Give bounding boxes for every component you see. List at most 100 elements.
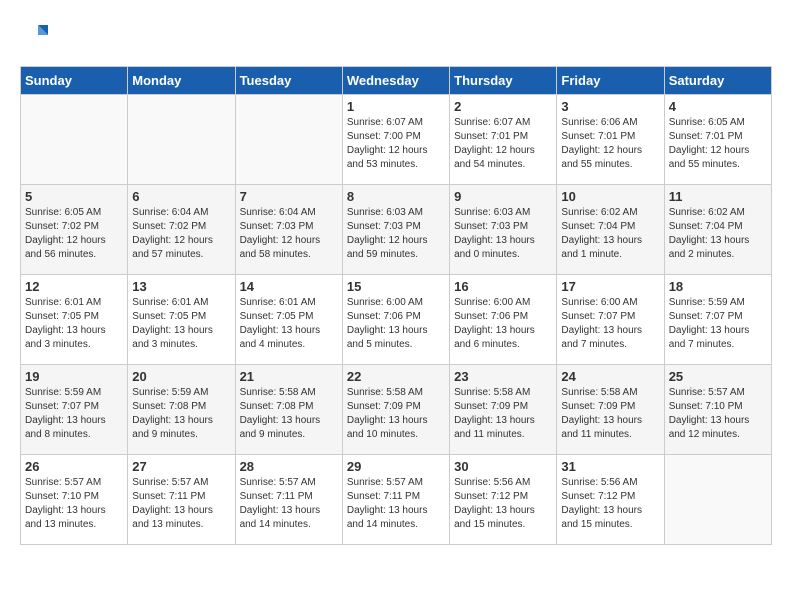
day-number: 21 [240, 369, 338, 384]
calendar-day-cell: 1 Sunrise: 6:07 AM Sunset: 7:00 PM Daylig… [342, 95, 449, 185]
calendar-day-cell: 25 Sunrise: 5:57 AM Sunset: 7:10 PM Dayli… [664, 365, 771, 455]
day-info: Sunrise: 6:04 AM Sunset: 7:02 PM Dayligh… [132, 206, 230, 262]
calendar-week-row: 19Sunrise: 5:59 AM Sunset: 7:07 PM Dayli… [21, 365, 772, 455]
day-number: 9 [454, 189, 552, 204]
day-number: 13 [132, 279, 230, 294]
logo-icon [20, 20, 50, 50]
calendar-week-row: 1 Sunrise: 6:07 AM Sunset: 7:00 PM Daylig… [21, 95, 772, 185]
calendar-day-cell: 4 Sunrise: 6:05 AM Sunset: 7:01 PM Daylig… [664, 95, 771, 185]
day-number: 10 [561, 189, 659, 204]
calendar-day-cell: 13 Sunrise: 6:01 AM Sunset: 7:05 PM Dayli… [128, 275, 235, 365]
weekday-header-wednesday: Wednesday [342, 67, 449, 95]
calendar-day-cell: 30 Sunrise: 5:56 AM Sunset: 7:12 PM Dayli… [450, 455, 557, 545]
day-info: Sunrise: 5:57 AM Sunset: 7:11 PM Dayligh… [347, 476, 445, 532]
day-number: 2 [454, 99, 552, 114]
calendar-day-cell: 3 Sunrise: 6:06 AM Sunset: 7:01 PM Daylig… [557, 95, 664, 185]
calendar-week-row: 5Sunrise: 6:05 AM Sunset: 7:02 PM Daylig… [21, 185, 772, 275]
calendar-table: SundayMondayTuesdayWednesdayThursdayFrid… [20, 66, 772, 545]
calendar-day-cell: 26 Sunrise: 5:57 AM Sunset: 7:10 PM Dayli… [21, 455, 128, 545]
day-info: Sunrise: 6:00 AM Sunset: 7:06 PM Dayligh… [454, 296, 552, 352]
day-number: 3 [561, 99, 659, 114]
day-number: 17 [561, 279, 659, 294]
calendar-day-cell: 11 Sunrise: 6:02 AM Sunset: 7:04 PM Dayli… [664, 185, 771, 275]
calendar-day-cell: 9 Sunrise: 6:03 AM Sunset: 7:03 PM Daylig… [450, 185, 557, 275]
calendar-header-row: SundayMondayTuesdayWednesdayThursdayFrid… [21, 67, 772, 95]
calendar-day-cell: 23 Sunrise: 5:58 AM Sunset: 7:09 PM Dayli… [450, 365, 557, 455]
day-info: Sunrise: 6:05 AM Sunset: 7:02 PM Dayligh… [25, 206, 123, 262]
day-number: 14 [240, 279, 338, 294]
day-info: Sunrise: 6:02 AM Sunset: 7:04 PM Dayligh… [669, 206, 767, 262]
calendar-week-row: 12 Sunrise: 6:01 AM Sunset: 7:05 PM Dayli… [21, 275, 772, 365]
day-info: Sunrise: 6:07 AM Sunset: 7:00 PM Dayligh… [347, 116, 445, 172]
day-info: Sunrise: 6:06 AM Sunset: 7:01 PM Dayligh… [561, 116, 659, 172]
calendar-day-cell: 14 Sunrise: 6:01 AM Sunset: 7:05 PM Dayli… [235, 275, 342, 365]
day-info: Sunrise: 5:56 AM Sunset: 7:12 PM Dayligh… [561, 476, 659, 532]
day-number: 28 [240, 459, 338, 474]
weekday-header-sunday: Sunday [21, 67, 128, 95]
day-number: 20 [132, 369, 230, 384]
day-info: Sunrise: 6:02 AM Sunset: 7:04 PM Dayligh… [561, 206, 659, 262]
day-info: Sunrise: 6:07 AM Sunset: 7:01 PM Dayligh… [454, 116, 552, 172]
weekday-header-friday: Friday [557, 67, 664, 95]
day-info: Sunrise: 5:57 AM Sunset: 7:10 PM Dayligh… [25, 476, 123, 532]
day-info: Sunrise: 5:57 AM Sunset: 7:11 PM Dayligh… [240, 476, 338, 532]
calendar-day-cell: 17 Sunrise: 6:00 AM Sunset: 7:07 PM Dayli… [557, 275, 664, 365]
day-info: Sunrise: 5:57 AM Sunset: 7:10 PM Dayligh… [669, 386, 767, 442]
calendar-empty-cell [664, 455, 771, 545]
weekday-header-monday: Monday [128, 67, 235, 95]
day-number: 7 [240, 189, 338, 204]
day-info: Sunrise: 5:58 AM Sunset: 7:09 PM Dayligh… [454, 386, 552, 442]
calendar-empty-cell [21, 95, 128, 185]
day-number: 4 [669, 99, 767, 114]
day-info: Sunrise: 6:03 AM Sunset: 7:03 PM Dayligh… [454, 206, 552, 262]
calendar-day-cell: 7 Sunrise: 6:04 AM Sunset: 7:03 PM Daylig… [235, 185, 342, 275]
day-number: 22 [347, 369, 445, 384]
day-number: 1 [347, 99, 445, 114]
calendar-day-cell: 15Sunrise: 6:00 AM Sunset: 7:06 PM Dayli… [342, 275, 449, 365]
calendar-empty-cell [128, 95, 235, 185]
day-info: Sunrise: 5:58 AM Sunset: 7:08 PM Dayligh… [240, 386, 338, 442]
day-number: 26 [25, 459, 123, 474]
day-info: Sunrise: 6:01 AM Sunset: 7:05 PM Dayligh… [132, 296, 230, 352]
calendar-day-cell: 18Sunrise: 5:59 AM Sunset: 7:07 PM Dayli… [664, 275, 771, 365]
day-number: 25 [669, 369, 767, 384]
day-info: Sunrise: 6:01 AM Sunset: 7:05 PM Dayligh… [240, 296, 338, 352]
day-number: 30 [454, 459, 552, 474]
calendar-day-cell: 31Sunrise: 5:56 AM Sunset: 7:12 PM Dayli… [557, 455, 664, 545]
calendar-day-cell: 27 Sunrise: 5:57 AM Sunset: 7:11 PM Dayli… [128, 455, 235, 545]
calendar-week-row: 26 Sunrise: 5:57 AM Sunset: 7:10 PM Dayli… [21, 455, 772, 545]
day-number: 27 [132, 459, 230, 474]
page-header [20, 20, 772, 50]
day-info: Sunrise: 5:58 AM Sunset: 7:09 PM Dayligh… [347, 386, 445, 442]
day-info: Sunrise: 6:04 AM Sunset: 7:03 PM Dayligh… [240, 206, 338, 262]
day-info: Sunrise: 6:03 AM Sunset: 7:03 PM Dayligh… [347, 206, 445, 262]
calendar-day-cell: 6 Sunrise: 6:04 AM Sunset: 7:02 PM Daylig… [128, 185, 235, 275]
day-info: Sunrise: 5:59 AM Sunset: 7:08 PM Dayligh… [132, 386, 230, 442]
weekday-header-tuesday: Tuesday [235, 67, 342, 95]
day-number: 29 [347, 459, 445, 474]
day-number: 12 [25, 279, 123, 294]
calendar-day-cell: 10 Sunrise: 6:02 AM Sunset: 7:04 PM Dayli… [557, 185, 664, 275]
calendar-empty-cell [235, 95, 342, 185]
day-info: Sunrise: 5:58 AM Sunset: 7:09 PM Dayligh… [561, 386, 659, 442]
day-number: 23 [454, 369, 552, 384]
day-number: 16 [454, 279, 552, 294]
day-info: Sunrise: 6:05 AM Sunset: 7:01 PM Dayligh… [669, 116, 767, 172]
weekday-header-thursday: Thursday [450, 67, 557, 95]
weekday-header-saturday: Saturday [664, 67, 771, 95]
day-number: 11 [669, 189, 767, 204]
calendar-day-cell: 28 Sunrise: 5:57 AM Sunset: 7:11 PM Dayli… [235, 455, 342, 545]
calendar-day-cell: 2 Sunrise: 6:07 AM Sunset: 7:01 PM Daylig… [450, 95, 557, 185]
day-number: 6 [132, 189, 230, 204]
day-number: 24 [561, 369, 659, 384]
calendar-day-cell: 8Sunrise: 6:03 AM Sunset: 7:03 PM Daylig… [342, 185, 449, 275]
day-info: Sunrise: 6:00 AM Sunset: 7:07 PM Dayligh… [561, 296, 659, 352]
day-info: Sunrise: 6:00 AM Sunset: 7:06 PM Dayligh… [347, 296, 445, 352]
day-info: Sunrise: 5:56 AM Sunset: 7:12 PM Dayligh… [454, 476, 552, 532]
day-info: Sunrise: 5:57 AM Sunset: 7:11 PM Dayligh… [132, 476, 230, 532]
calendar-day-cell: 19Sunrise: 5:59 AM Sunset: 7:07 PM Dayli… [21, 365, 128, 455]
calendar-day-cell: 22 Sunrise: 5:58 AM Sunset: 7:09 PM Dayli… [342, 365, 449, 455]
calendar-day-cell: 16 Sunrise: 6:00 AM Sunset: 7:06 PM Dayli… [450, 275, 557, 365]
logo [20, 20, 54, 50]
day-number: 18 [669, 279, 767, 294]
